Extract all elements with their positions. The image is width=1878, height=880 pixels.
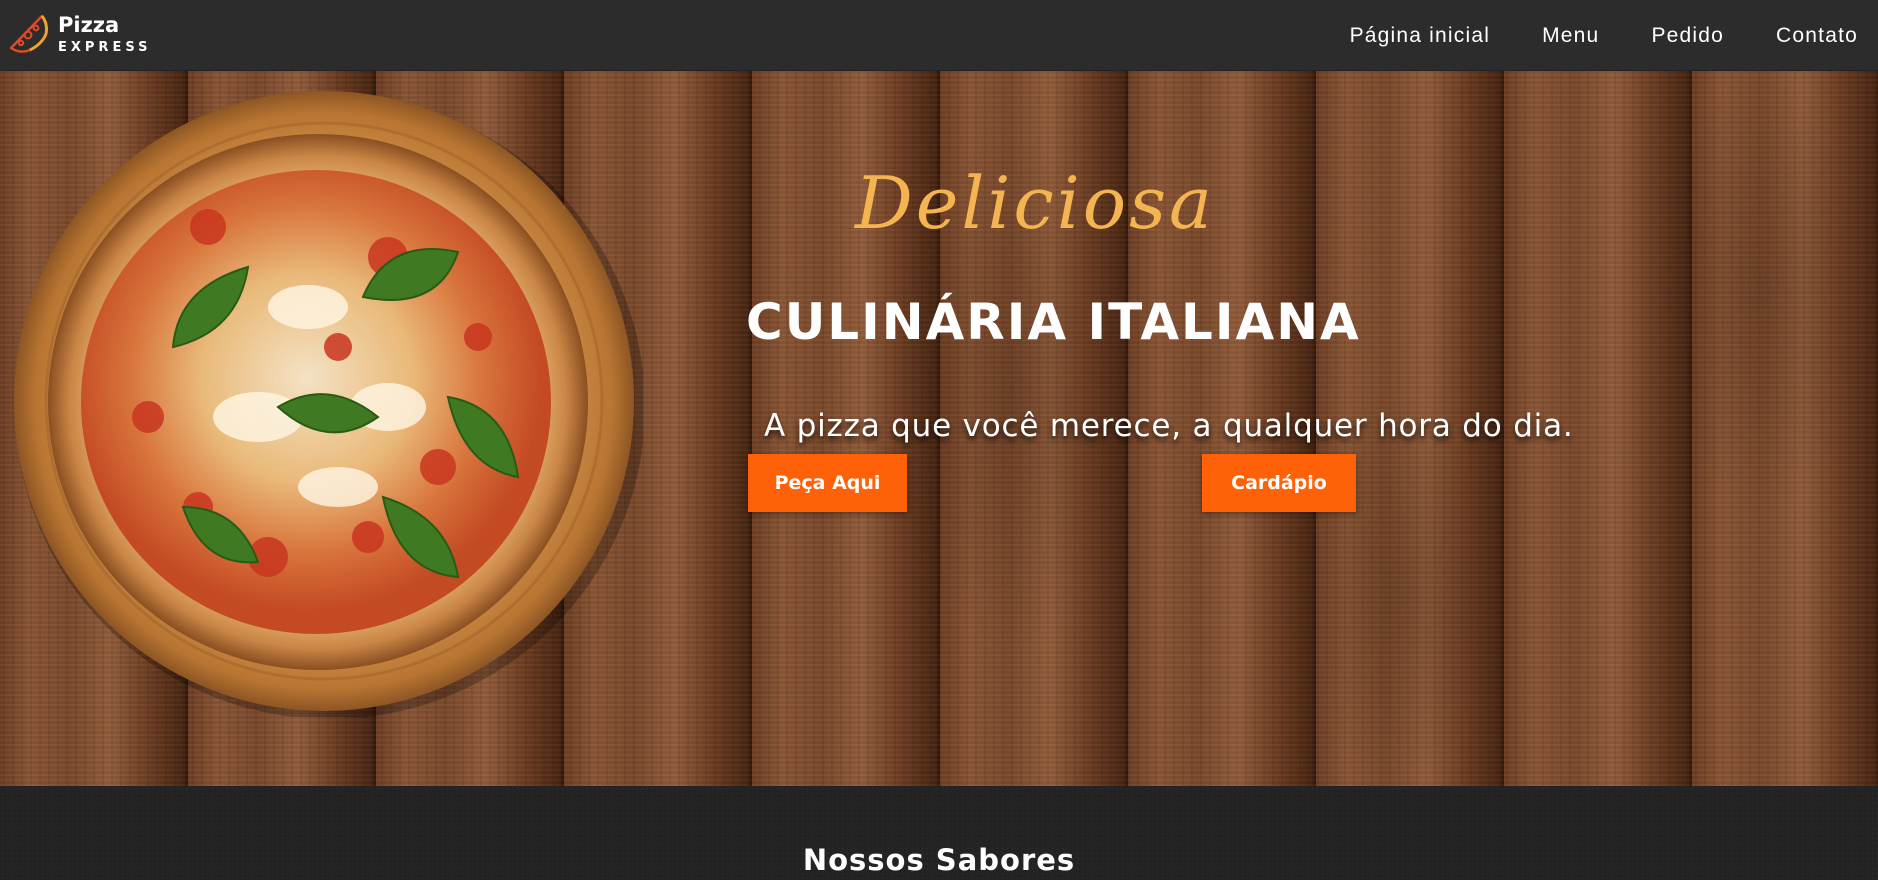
brand-text: Pizza EXPRESS: [58, 13, 151, 54]
nav-link-home[interactable]: Página inicial: [1350, 24, 1491, 48]
hero-script-title: Deliciosa: [855, 161, 1215, 245]
brand-logo[interactable]: Pizza EXPRESS: [8, 10, 151, 56]
hero-section: Deliciosa CULINÁRIA ITALIANA A pizza que…: [0, 71, 1878, 786]
flavors-section: Nossos Sabores: [0, 786, 1878, 880]
hero-tagline: A pizza que você merece, a qualquer hora…: [764, 408, 1574, 444]
navbar: Pizza EXPRESS Página inicial Menu Pedido…: [0, 0, 1878, 71]
brand-name: Pizza: [58, 12, 120, 37]
order-button[interactable]: Peça Aqui: [748, 454, 907, 512]
flavors-title: Nossos Sabores: [802, 843, 1076, 877]
nav-link-contact[interactable]: Contato: [1776, 24, 1858, 48]
nav-link-menu[interactable]: Menu: [1542, 24, 1599, 48]
menu-button[interactable]: Cardápio: [1202, 454, 1356, 512]
brand-subtitle: EXPRESS: [58, 39, 152, 55]
pizza-image: [14, 91, 643, 717]
nav-link-order[interactable]: Pedido: [1651, 24, 1724, 48]
main-nav: Página inicial Menu Pedido Contato: [1350, 0, 1858, 71]
hero-title: CULINÁRIA ITALIANA: [746, 293, 1361, 351]
pizza-slice-icon: [9, 14, 48, 53]
